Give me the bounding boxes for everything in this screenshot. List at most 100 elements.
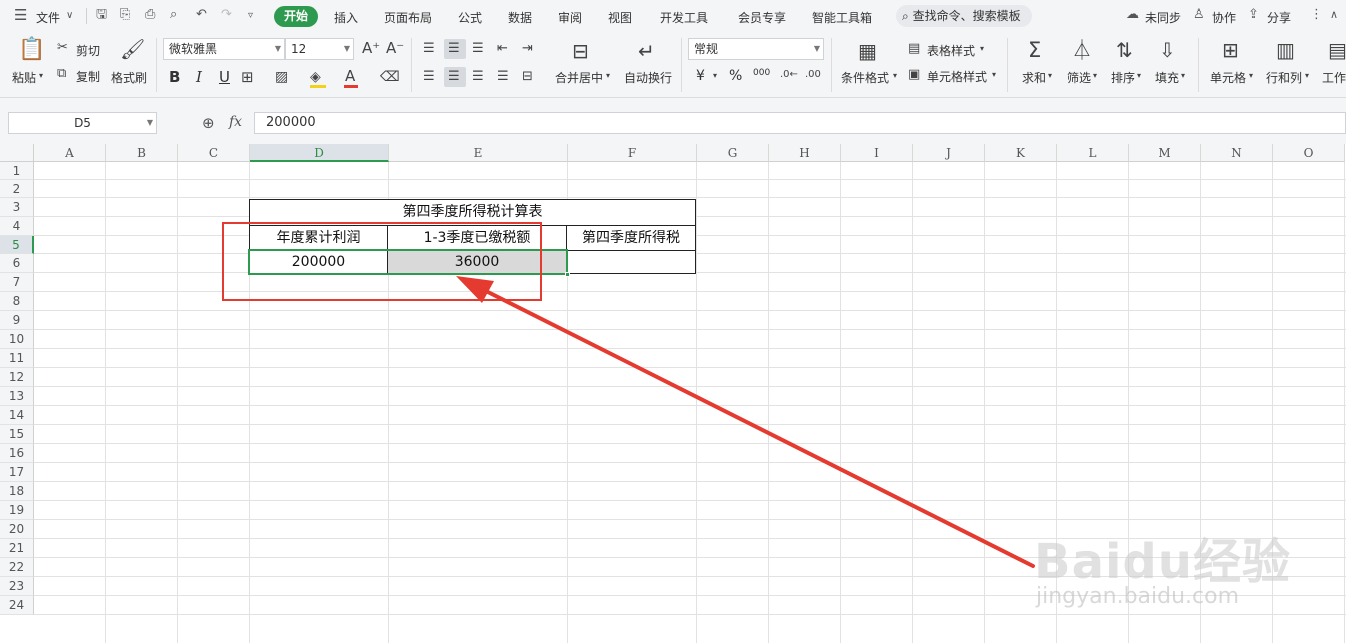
increase-font-icon[interactable]: A⁺ — [362, 41, 380, 56]
distributed-icon[interactable]: ⊟ — [522, 70, 533, 83]
paste-icon[interactable]: 📋 — [18, 39, 45, 61]
format-painter-button[interactable]: 格式刷 — [111, 69, 147, 86]
zoom-formula-icon[interactable]: ⊕ — [202, 114, 215, 132]
worksheet-button[interactable]: 工作 — [1322, 69, 1346, 86]
fill-color-icon[interactable]: ◈ — [310, 70, 321, 84]
filter-button[interactable]: 筛选 — [1067, 69, 1091, 86]
sort-button[interactable]: 排序 — [1111, 69, 1135, 86]
align-top-icon[interactable]: ☰ — [423, 42, 435, 55]
number-format-select[interactable]: 常规 ▼ — [688, 38, 824, 60]
more-options-icon[interactable]: ⋮ — [1310, 8, 1323, 22]
cell-button[interactable]: 单元格 — [1210, 69, 1246, 86]
collaborate-button[interactable]: 协作 — [1212, 9, 1236, 26]
italic-button[interactable]: I — [196, 68, 202, 86]
tab-review[interactable]: 审阅 — [558, 9, 582, 26]
bold-button[interactable]: B — [169, 68, 180, 86]
fill-button[interactable]: 填充 — [1155, 69, 1179, 86]
cloud-icon[interactable]: ☁ — [1126, 8, 1139, 22]
customize-toolbar-icon[interactable]: ▿ — [248, 9, 253, 23]
increase-indent-icon[interactable]: ⇥ — [522, 42, 533, 55]
tab-data[interactable]: 数据 — [508, 9, 532, 26]
row-col-icon[interactable]: ▥ — [1276, 40, 1295, 60]
redo-icon[interactable]: ↷ — [221, 8, 232, 22]
tab-insert[interactable]: 插入 — [334, 9, 358, 26]
font-name-select[interactable]: 微软雅黑 ▼ — [163, 38, 285, 60]
chevron-down-icon[interactable]: ∨ — [66, 9, 73, 23]
copy-icon[interactable]: ⧉ — [57, 67, 66, 80]
font-size-select[interactable]: 12 ▼ — [285, 38, 354, 60]
conditional-format-icon[interactable]: ▦ — [858, 41, 877, 61]
cell-style-button[interactable]: 单元格样式 — [927, 68, 987, 85]
tab-smart-toolbox[interactable]: 智能工具箱 — [812, 9, 872, 26]
increase-decimal-icon[interactable]: .0← — [780, 70, 798, 80]
row-col-button[interactable]: 行和列 — [1266, 69, 1302, 86]
align-right-icon[interactable]: ☰ — [472, 70, 484, 83]
filter-icon[interactable]: ⏃ — [1072, 40, 1092, 60]
print-icon[interactable]: ⎙ — [145, 8, 155, 22]
share-button[interactable]: 分享 — [1267, 9, 1291, 26]
merge-center-icon[interactable]: ⊟ — [572, 41, 589, 61]
align-left-icon[interactable]: ☰ — [423, 70, 435, 83]
user-icon[interactable]: ♙ — [1193, 8, 1205, 22]
fx-label[interactable]: fx — [229, 114, 242, 130]
tab-view[interactable]: 视图 — [608, 9, 632, 26]
table-style-icon[interactable]: ▤ — [908, 42, 920, 55]
chevron-down-icon[interactable]: ▼ — [147, 113, 153, 133]
command-search[interactable]: ⌕ 查找命令、搜索模板 — [896, 5, 1032, 27]
name-box[interactable]: D5 ▼ — [8, 112, 157, 134]
print-preview-icon[interactable]: ⌕ — [170, 8, 177, 22]
fill-shade-icon[interactable]: ▨ — [275, 70, 288, 84]
currency-button[interactable]: ¥ — [696, 68, 705, 84]
export-pdf-icon[interactable]: ⎘ — [120, 8, 130, 22]
sum-button[interactable]: 求和 — [1022, 69, 1046, 86]
border-icon[interactable]: ⊞ — [241, 70, 254, 85]
format-painter-icon[interactable]: 🖌 — [120, 39, 145, 59]
dropdown-icon[interactable]: ▾ — [606, 72, 610, 80]
fill-icon[interactable]: ⇩ — [1159, 40, 1176, 60]
file-menu[interactable]: 文件 — [36, 9, 60, 26]
save-icon[interactable]: 🖫 — [96, 8, 107, 22]
dropdown-icon[interactable]: ▾ — [1249, 72, 1253, 80]
sum-icon[interactable]: Σ — [1028, 40, 1041, 61]
percent-button[interactable]: % — [729, 68, 742, 84]
dropdown-icon[interactable]: ▾ — [992, 71, 996, 79]
scissors-icon[interactable]: ✂ — [57, 41, 68, 54]
dropdown-icon[interactable]: ▾ — [980, 45, 984, 53]
wrap-text-icon[interactable]: ↵ — [638, 41, 655, 61]
wrap-text-button[interactable]: 自动换行 — [624, 69, 672, 86]
dropdown-icon[interactable]: ▾ — [1137, 72, 1141, 80]
dropdown-icon[interactable]: ▾ — [893, 72, 897, 80]
share-icon[interactable]: ⇪ — [1248, 8, 1259, 22]
paste-button[interactable]: 粘贴 — [12, 69, 36, 86]
cell-style-icon[interactable]: ▣ — [908, 68, 920, 81]
underline-button[interactable]: U — [219, 68, 230, 86]
decrease-font-icon[interactable]: A⁻ — [386, 41, 404, 56]
dropdown-icon[interactable]: ▾ — [713, 72, 717, 80]
font-color-icon[interactable]: A — [345, 69, 355, 84]
dropdown-icon[interactable]: ▾ — [1093, 72, 1097, 80]
cell-icon[interactable]: ⊞ — [1222, 40, 1239, 60]
align-bottom-icon[interactable]: ☰ — [472, 42, 484, 55]
decrease-decimal-icon[interactable]: .00 — [805, 70, 821, 80]
tab-member[interactable]: 会员专享 — [738, 9, 786, 26]
tab-developer[interactable]: 开发工具 — [660, 9, 708, 26]
cut-button[interactable]: 剪切 — [76, 42, 100, 59]
table-style-button[interactable]: 表格样式 — [927, 42, 975, 59]
dropdown-icon[interactable]: ▾ — [1048, 72, 1052, 80]
sync-status[interactable]: 未同步 — [1145, 9, 1181, 26]
dropdown-icon[interactable]: ▾ — [1181, 72, 1185, 80]
thousands-button[interactable]: 000 — [753, 68, 770, 78]
decrease-indent-icon[interactable]: ⇤ — [497, 42, 508, 55]
tab-home[interactable]: 开始 — [274, 6, 318, 27]
eraser-icon[interactable]: ⌫ — [380, 70, 400, 84]
dropdown-icon[interactable]: ▾ — [1305, 72, 1309, 80]
merge-center-button[interactable]: 合并居中 — [555, 69, 603, 86]
tab-page-layout[interactable]: 页面布局 — [384, 9, 432, 26]
formula-input[interactable]: 200000 — [254, 112, 1346, 134]
dropdown-icon[interactable]: ▾ — [39, 72, 43, 80]
tab-formulas[interactable]: 公式 — [458, 9, 482, 26]
hamburger-menu-icon[interactable]: ☰ — [14, 8, 27, 23]
copy-button[interactable]: 复制 — [76, 68, 100, 85]
undo-icon[interactable]: ↶ — [196, 8, 207, 22]
collapse-ribbon-icon[interactable]: ∧ — [1330, 8, 1338, 22]
